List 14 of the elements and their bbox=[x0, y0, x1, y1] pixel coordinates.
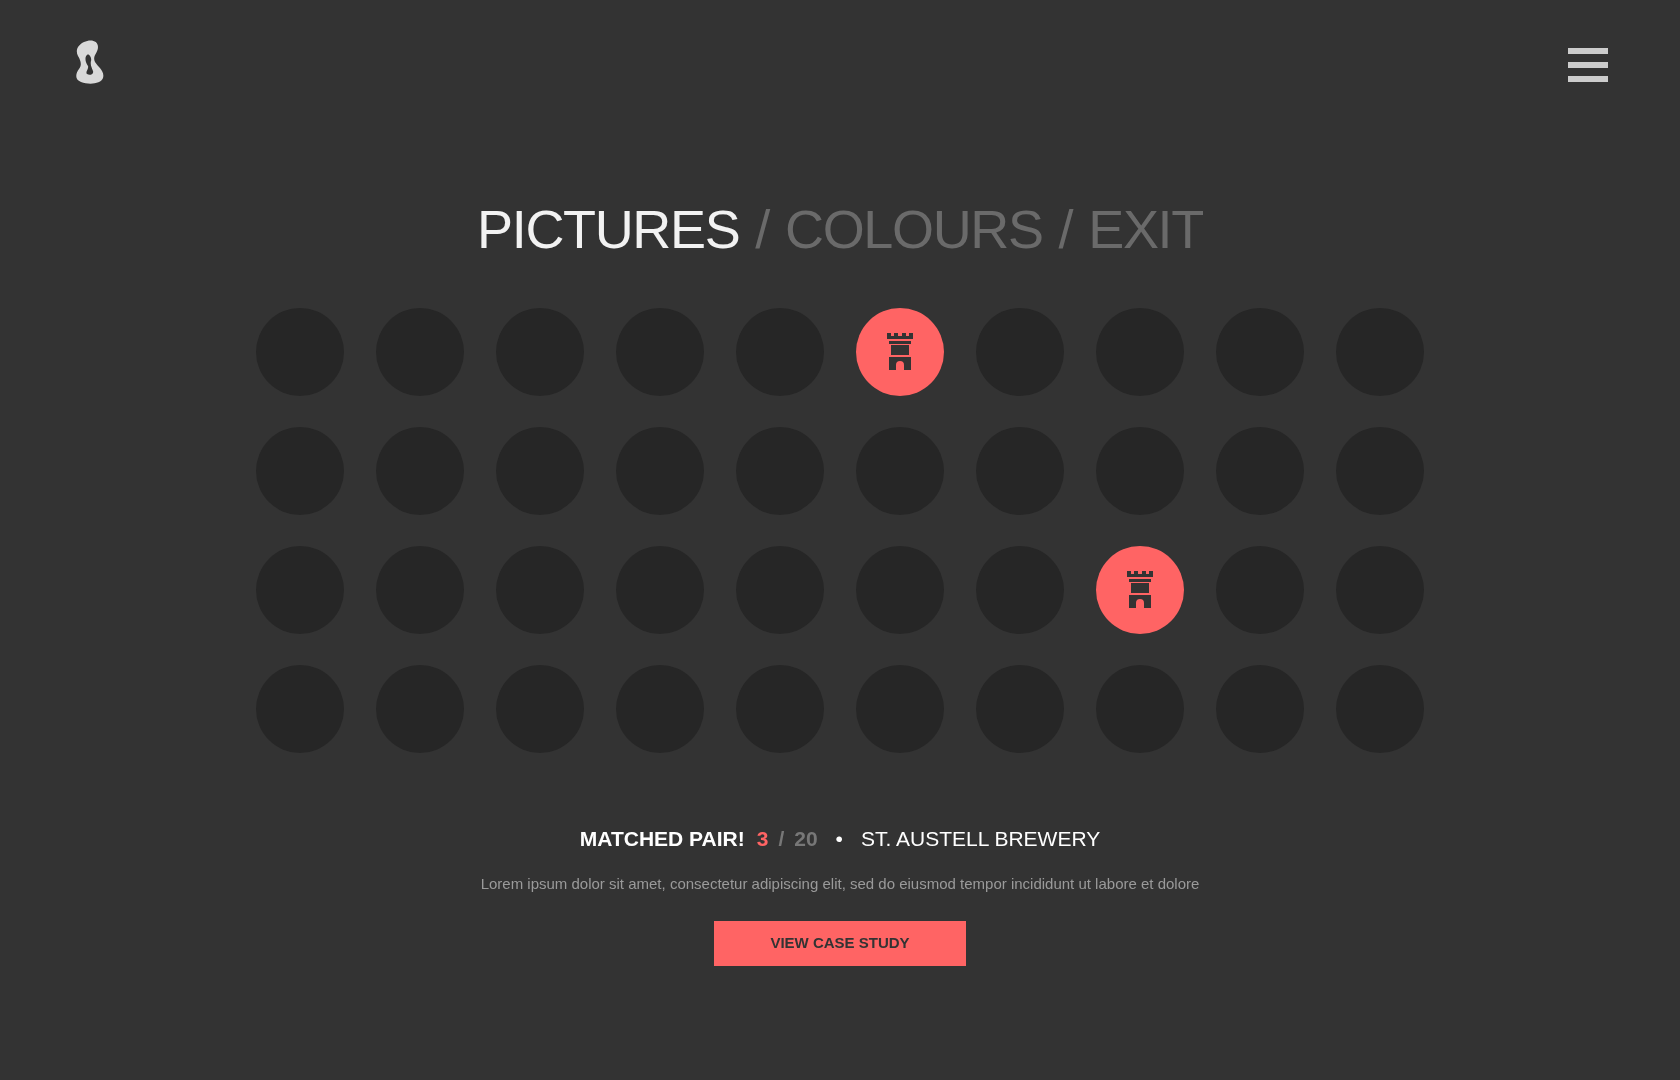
project-name: ST. AUSTELL BREWERY bbox=[860, 826, 1101, 852]
match-total: 20 bbox=[794, 826, 818, 852]
match-count: 3 bbox=[756, 826, 769, 852]
case-study-button[interactable]: VIEW CASE STUDY bbox=[714, 921, 966, 966]
tower-icon bbox=[1126, 571, 1154, 609]
separator: / bbox=[755, 202, 769, 256]
tower-icon bbox=[886, 333, 914, 371]
separator: / bbox=[778, 826, 785, 852]
match-message: MATCHED PAIR! bbox=[579, 826, 745, 852]
separator: / bbox=[1058, 202, 1073, 256]
nav-link[interactable]: PICTURES bbox=[477, 202, 740, 256]
menu-icon[interactable] bbox=[1568, 48, 1608, 82]
bullet: • bbox=[835, 826, 843, 852]
description: Lorem ipsum dolor sit amet, consectetur adipiscing elit, sed do eiusmod tempor incididunt ut labore et dolore bbox=[479, 873, 1201, 894]
